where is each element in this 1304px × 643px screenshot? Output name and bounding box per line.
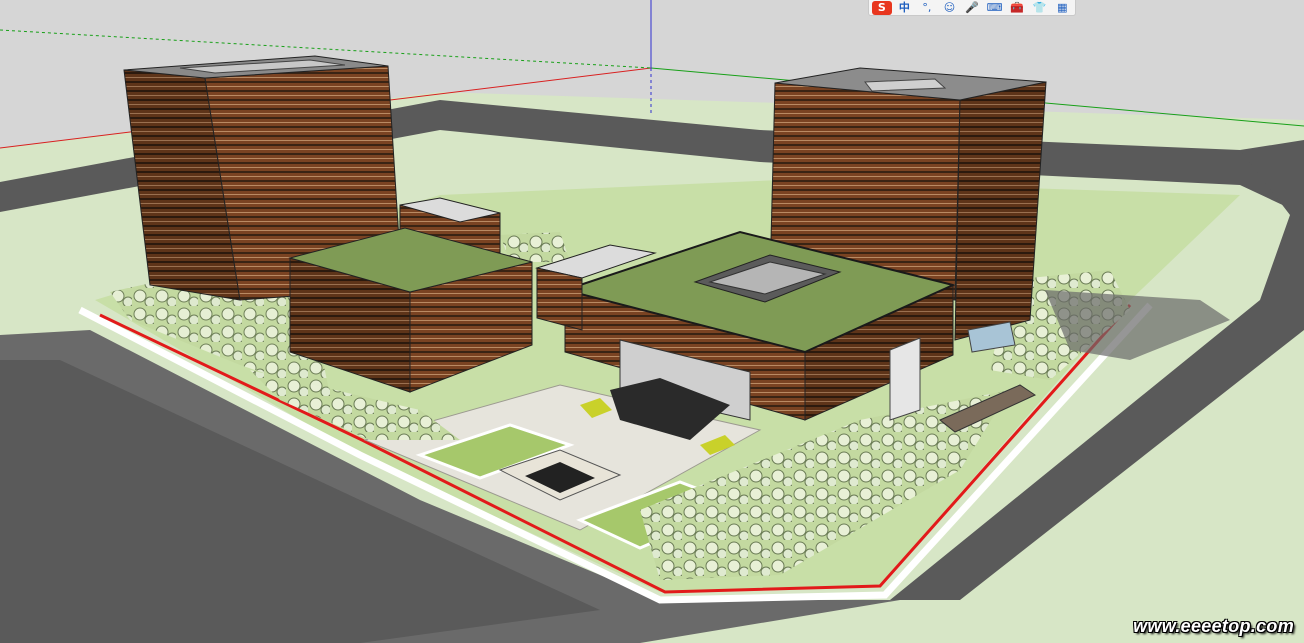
podium-glass-corner bbox=[889, 337, 921, 421]
emoji-icon[interactable]: ☺ bbox=[940, 1, 960, 15]
model-scene[interactable] bbox=[0, 0, 1304, 643]
sogou-logo-icon[interactable]: S bbox=[872, 0, 892, 15]
watermark-text: www.eeeetop.com bbox=[1133, 616, 1294, 636]
chinese-mode-toggle[interactable]: 中 bbox=[895, 1, 915, 15]
menu-grid-icon[interactable]: ▦ bbox=[1053, 1, 1073, 15]
microphone-icon[interactable]: 🎤 bbox=[962, 1, 982, 15]
toolbox-icon[interactable]: 🧰 bbox=[1007, 1, 1027, 15]
sketchup-viewport[interactable]: S 中 °, ☺ 🎤 ⌨ 🧰 👕 ▦ www.eeeetop.com bbox=[0, 0, 1304, 643]
keyboard-icon[interactable]: ⌨ bbox=[985, 1, 1005, 15]
ime-toolbar[interactable]: S 中 °, ☺ 🎤 ⌨ 🧰 👕 ▦ bbox=[868, 0, 1076, 16]
punctuation-icon[interactable]: °, bbox=[917, 1, 937, 15]
skin-icon[interactable]: 👕 bbox=[1030, 1, 1050, 15]
